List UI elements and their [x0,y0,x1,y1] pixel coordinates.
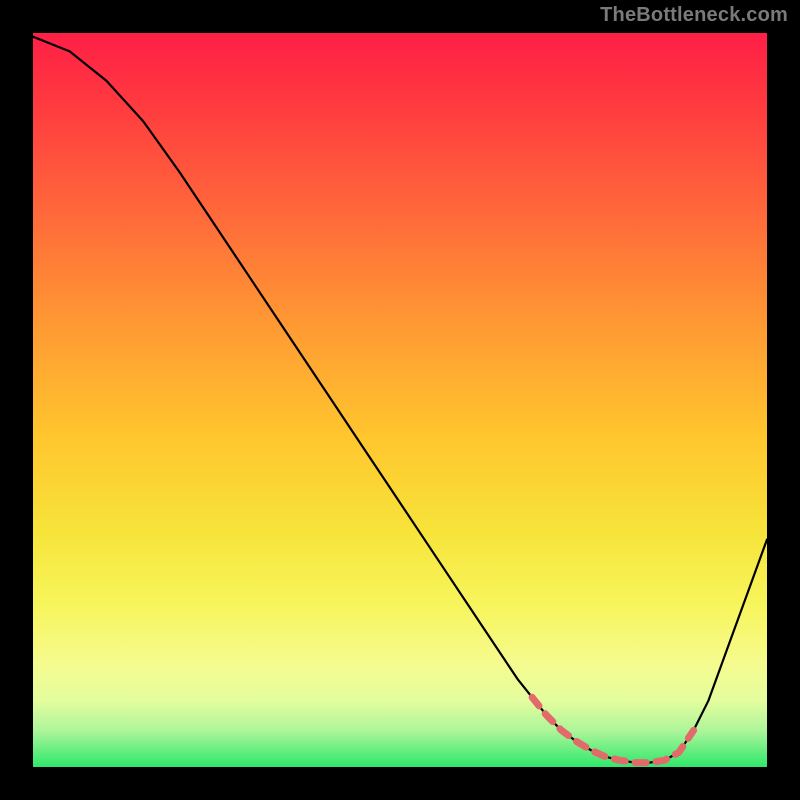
highlight-segment [532,697,693,762]
chart-frame: TheBottleneck.com [0,0,800,800]
plot-area [33,33,767,767]
watermark-text: TheBottleneck.com [600,4,788,27]
curve-svg [33,33,767,767]
main-curve [33,37,767,763]
